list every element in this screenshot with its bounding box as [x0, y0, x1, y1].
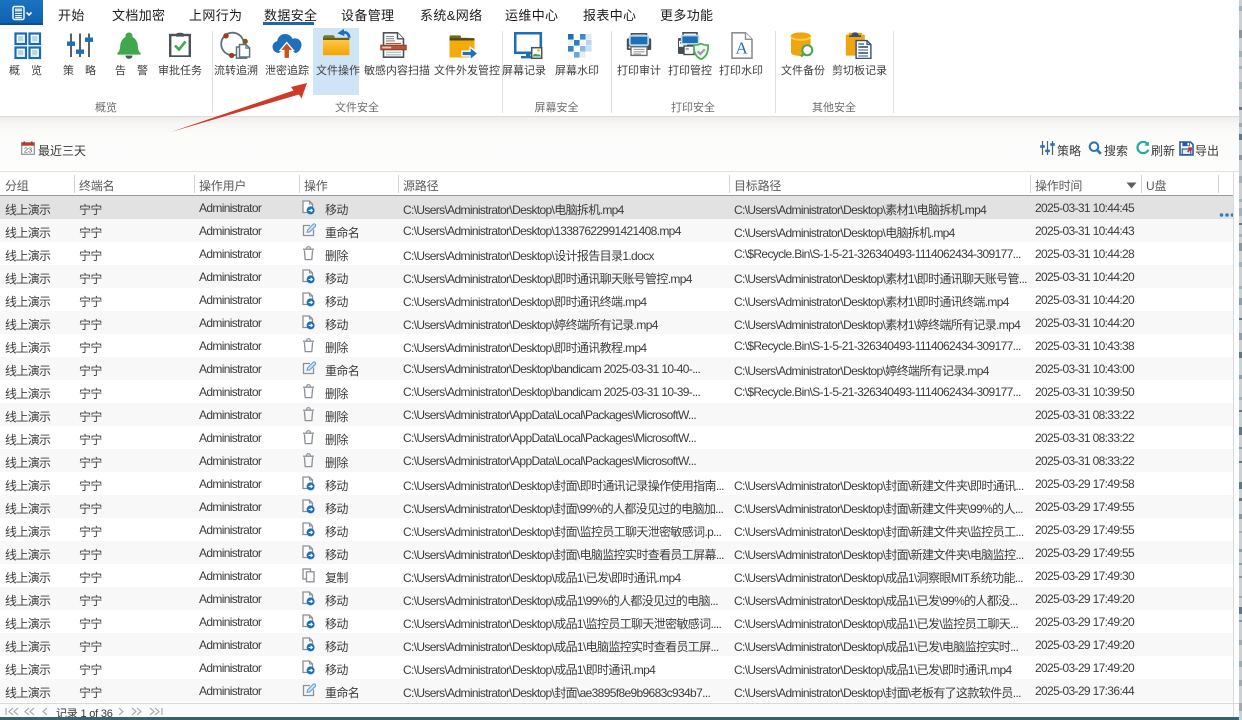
svg-text:A: A: [735, 39, 748, 58]
svg-text:23: 23: [24, 146, 32, 155]
